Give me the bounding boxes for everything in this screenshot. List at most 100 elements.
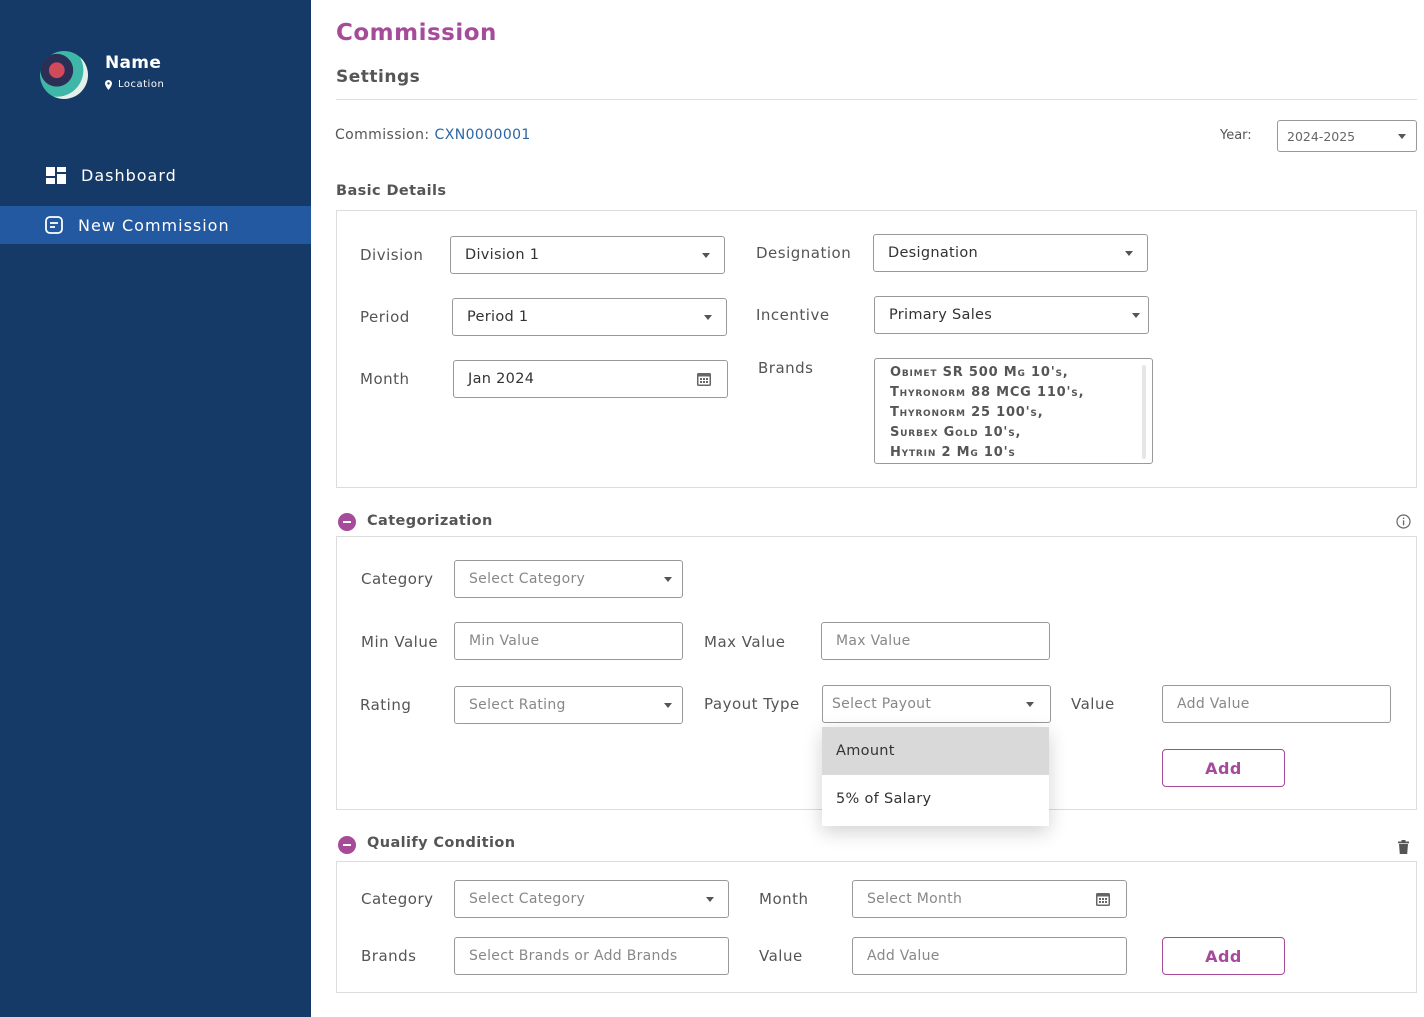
max-value-placeholder: Max Value [836,633,911,649]
rating-placeholder: Select Rating [469,697,566,713]
commission-icon [45,216,63,234]
value-placeholder: Add Value [1177,696,1250,712]
qualify-value-input[interactable]: Add Value [852,937,1127,975]
payout-type-select[interactable]: Select Payout [822,685,1051,723]
max-value-label: Max Value [704,633,786,651]
division-label: Division [360,246,424,264]
qualify-condition-panel: Category Select Category Month Select Mo… [336,861,1417,993]
brands-label: Brands [758,359,814,377]
min-value-label: Min Value [361,633,439,651]
chevron-down-icon [664,577,672,582]
min-value-placeholder: Min Value [469,633,540,649]
qualify-month-placeholder: Select Month [867,891,963,907]
add-category-button[interactable]: Add [1162,749,1285,787]
categorization-heading: Categorization [367,513,493,529]
add-qualify-button[interactable]: Add [1162,937,1285,975]
qualify-brands-input[interactable]: Select Brands or Add Brands [454,937,729,975]
chevron-down-icon [1398,134,1406,139]
max-value-input[interactable]: Max Value [821,622,1050,660]
qualify-value-label: Value [759,947,803,965]
trash-icon[interactable] [1398,840,1409,854]
rating-select[interactable]: Select Rating [454,686,683,724]
incentive-value: Primary Sales [889,307,993,323]
payout-placeholder: Select Payout [832,696,932,712]
page-subtitle: Settings [336,67,421,87]
profile-name: Name [105,53,162,73]
incentive-label: Incentive [756,306,830,324]
value-input[interactable]: Add Value [1162,685,1391,723]
calendar-icon[interactable] [697,372,711,386]
period-value: Period 1 [467,309,529,325]
payout-option-salary[interactable]: 5% of Salary [822,775,1049,823]
year-select[interactable]: 2024-2025 [1277,120,1417,152]
chevron-down-icon [704,315,712,320]
rating-label: Rating [360,696,412,714]
header-divider [336,99,1417,100]
payout-type-label: Payout Type [704,695,800,713]
brand-item[interactable]: Hytrin 2 Mg 10's [890,445,1016,460]
year-value: 2024-2025 [1287,129,1356,144]
designation-select[interactable]: Designation [873,234,1148,272]
chevron-down-icon [702,253,710,258]
month-value: Jan 2024 [468,371,535,387]
profile: Name Location [40,51,164,99]
qualify-brands-label: Brands [361,947,417,965]
avatar[interactable] [40,51,88,99]
qualify-month-label: Month [759,890,809,908]
chevron-down-icon [1125,251,1133,256]
category-select[interactable]: Select Category [454,560,683,598]
qualify-category-label: Category [361,890,434,908]
sidebar-nav: Dashboard New Commission [0,156,311,256]
category-label: Category [361,570,434,588]
commission-id: CXN0000001 [434,127,531,143]
calendar-icon[interactable] [1096,892,1110,906]
min-value-input[interactable]: Min Value [454,622,683,660]
chevron-down-icon [1026,702,1034,707]
basic-details-heading: Basic Details [336,183,447,199]
brand-item[interactable]: Thyronorm 25 100's, [890,405,1043,420]
chevron-down-icon [664,703,672,708]
payout-type-dropdown: Amount 5% of Salary [822,727,1049,826]
incentive-select[interactable]: Primary Sales [874,296,1149,334]
month-label: Month [360,370,410,388]
period-label: Period [360,308,410,326]
designation-value: Designation [888,245,979,261]
commission-label: Commission: [335,127,430,143]
nav-label-new-commission: New Commission [78,215,230,235]
brand-item[interactable]: Thyronorm 88 MCG 110's, [890,385,1084,400]
info-icon[interactable] [1396,514,1411,529]
profile-location: Location [118,79,165,90]
qualify-brands-placeholder: Select Brands or Add Brands [469,948,678,964]
location-pin-icon [105,79,112,90]
basic-details-panel: Division Division 1 Period Period 1 Mont… [336,210,1417,488]
qualify-condition-heading: Qualify Condition [367,835,516,851]
sidebar: Name Location Dashboard New Commission [0,0,311,1017]
value-label: Value [1071,695,1115,713]
qualify-category-select[interactable]: Select Category [454,880,729,918]
qualify-category-placeholder: Select Category [469,891,586,907]
division-select[interactable]: Division 1 [450,236,725,274]
year-label: Year: [1220,128,1252,143]
collapse-minus-icon[interactable] [338,513,356,531]
chevron-down-icon [706,897,714,902]
collapse-minus-icon[interactable] [338,836,356,854]
qualify-month-input[interactable]: Select Month [852,880,1127,918]
nav-label-dashboard: Dashboard [81,165,177,185]
nav-item-dashboard[interactable]: Dashboard [0,156,311,194]
page-title: Commission [336,20,497,46]
division-value: Division 1 [465,247,540,263]
commission-id-row: Commission: CXN0000001 [335,127,531,143]
dashboard-icon [46,166,66,184]
period-select[interactable]: Period 1 [452,298,727,336]
category-placeholder: Select Category [469,571,586,587]
brands-multiselect[interactable]: Obimet SR 500 Mg 10's, Thyronorm 88 MCG … [874,358,1153,464]
month-date-input[interactable]: Jan 2024 [453,360,728,398]
nav-item-new-commission[interactable]: New Commission [0,206,311,244]
brands-scrollbar[interactable] [1142,365,1146,459]
qualify-value-placeholder: Add Value [867,948,940,964]
brand-item[interactable]: Surbex Gold 10's, [890,425,1021,440]
designation-label: Designation [756,244,852,262]
brand-item[interactable]: Obimet SR 500 Mg 10's, [890,365,1069,380]
payout-option-amount[interactable]: Amount [822,727,1049,775]
chevron-down-icon [1132,313,1140,318]
